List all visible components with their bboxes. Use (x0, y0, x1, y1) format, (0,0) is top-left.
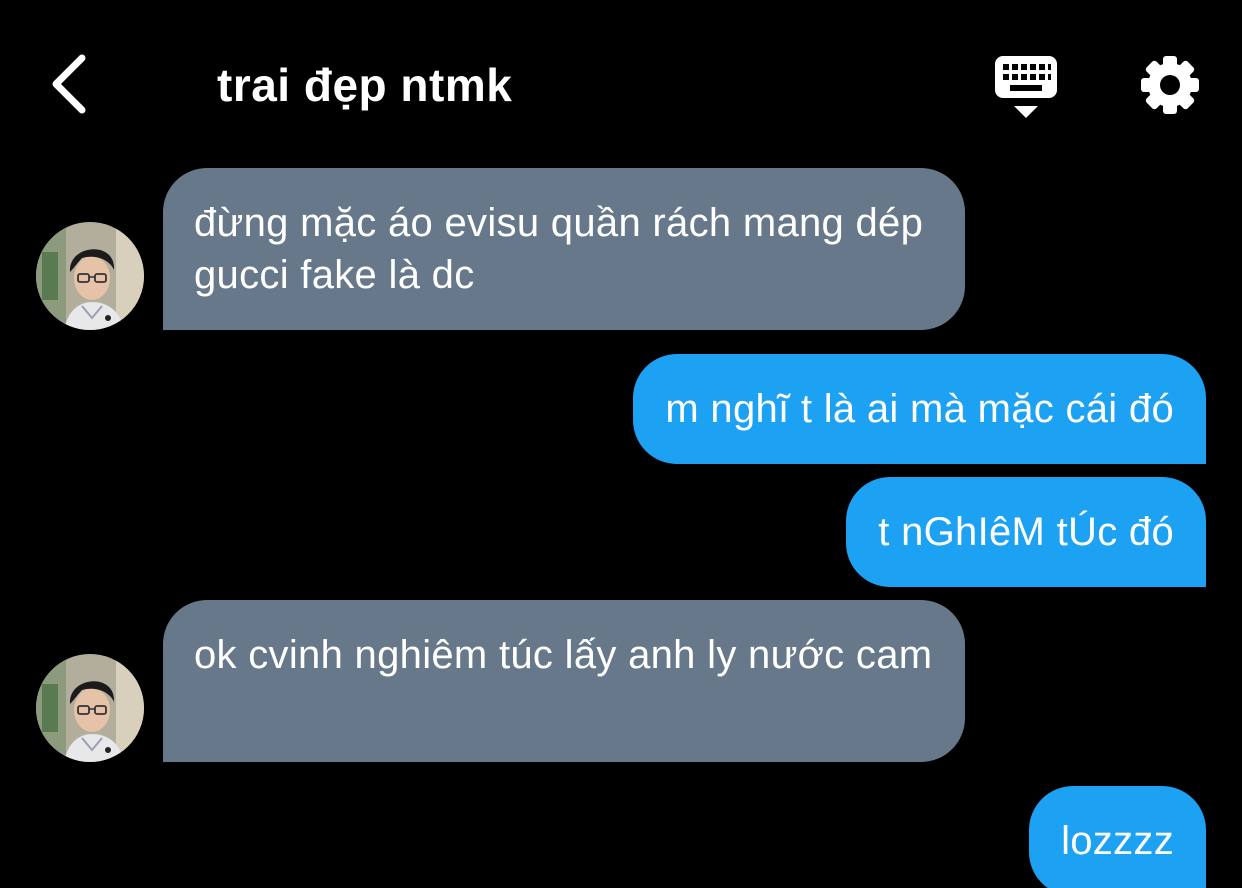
chevron-left-icon (52, 54, 86, 114)
keyboard-hide-icon (995, 56, 1057, 118)
settings-button[interactable] (1139, 54, 1201, 116)
conversation-title: trai đẹp ntmk (217, 59, 513, 111)
profile-photo (36, 654, 144, 762)
avatar[interactable] (36, 654, 144, 762)
received-message-bubble[interactable]: ok cvinh nghiêm túc lấy anh ly nước cam (163, 600, 965, 762)
avatar[interactable] (36, 222, 144, 330)
message-text: lozzzz (1061, 819, 1174, 863)
dm-conversation-screen: trai đẹp ntmk đừng mặc áo evisu quần rác… (0, 0, 1242, 888)
back-button[interactable] (40, 52, 96, 116)
sent-message-bubble[interactable]: lozzzz (1029, 786, 1206, 888)
gear-icon (1141, 56, 1199, 114)
message-text: ok cvinh nghiêm túc lấy anh ly nước cam (194, 633, 933, 677)
message-text: t nGhIêM tÚc đó (878, 510, 1174, 554)
keyboard-toggle-button[interactable] (993, 54, 1059, 120)
message-text: m nghĩ t là ai mà mặc cái đó (665, 387, 1174, 431)
sent-message-bubble[interactable]: t nGhIêM tÚc đó (846, 477, 1206, 587)
received-message-bubble[interactable]: đừng mặc áo evisu quần rách mang dép guc… (163, 168, 965, 330)
profile-photo (36, 222, 144, 330)
sent-message-bubble[interactable]: m nghĩ t là ai mà mặc cái đó (633, 354, 1206, 464)
message-text: đừng mặc áo evisu quần rách mang dép guc… (194, 201, 924, 297)
